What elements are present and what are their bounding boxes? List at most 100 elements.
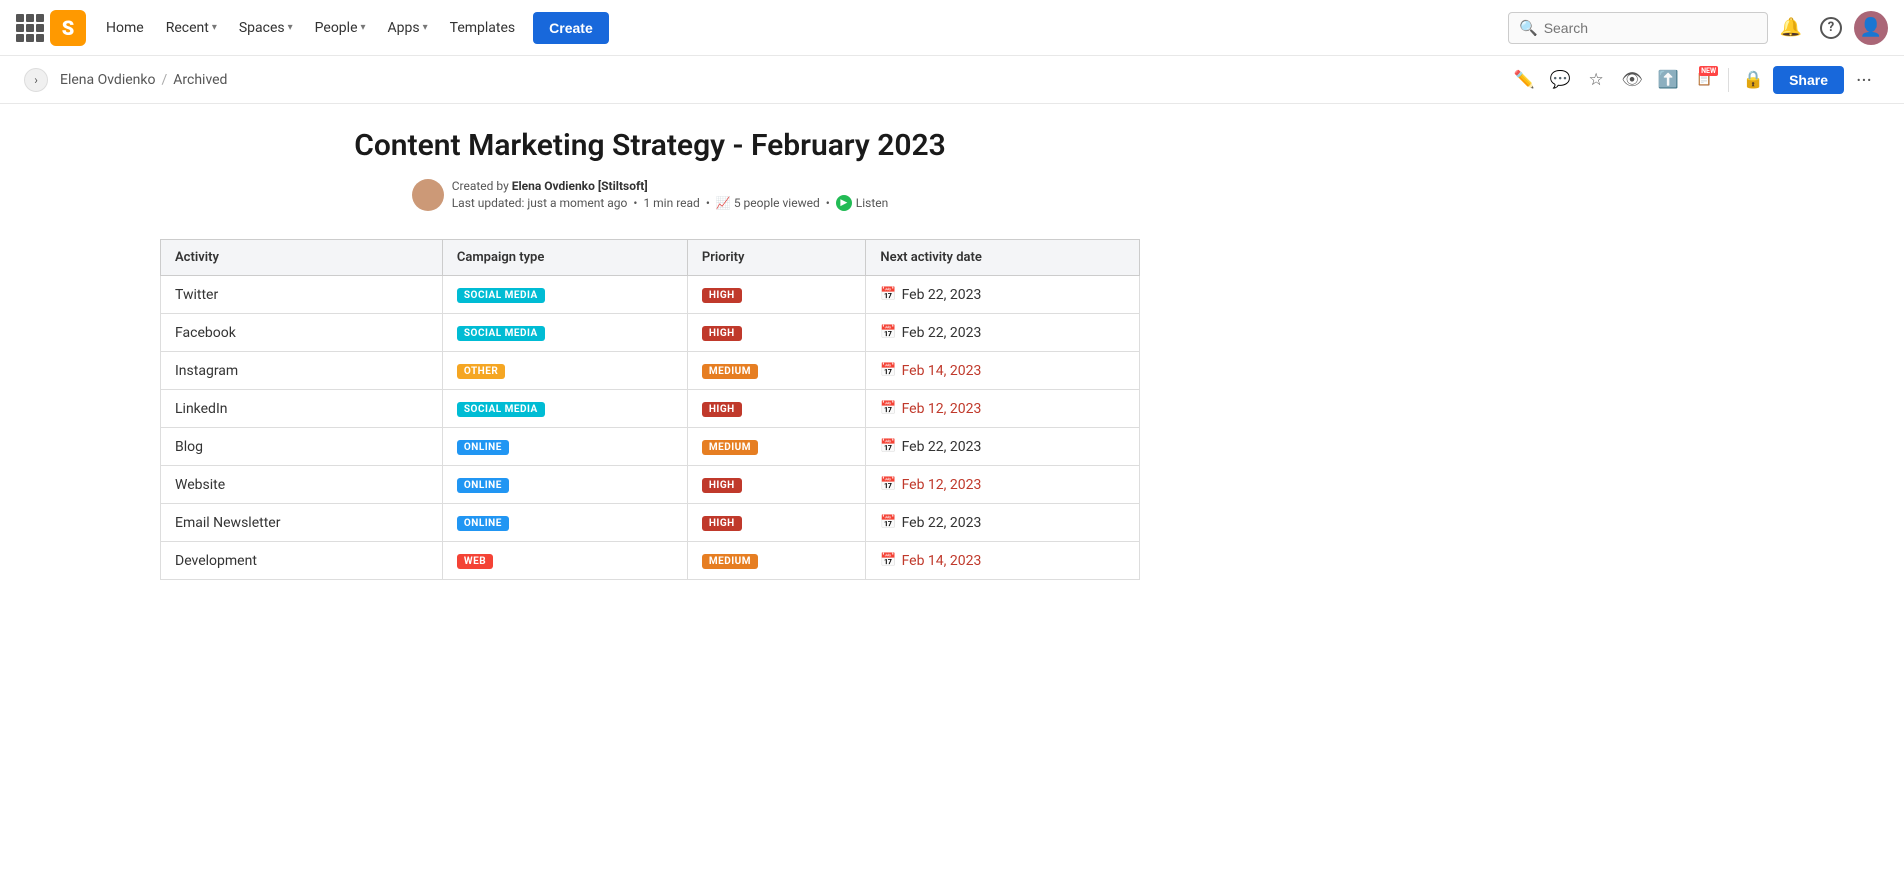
- cell-campaign-type: ONLINE: [442, 466, 687, 504]
- campaign-type-badge: SOCIAL MEDIA: [457, 326, 545, 341]
- col-campaign-type: Campaign type: [442, 240, 687, 276]
- col-activity: Activity: [161, 240, 443, 276]
- cell-next-activity-date: 📅 Feb 22, 2023: [866, 276, 1140, 314]
- table-row: LinkedInSOCIAL MEDIAHIGH📅Feb 12, 2023: [161, 390, 1140, 428]
- listen-button[interactable]: ▶ Listen: [836, 195, 889, 211]
- campaign-type-badge: ONLINE: [457, 478, 509, 493]
- calendar-icon: 📅: [880, 325, 896, 340]
- chevron-down-icon: ▾: [212, 22, 217, 33]
- cell-campaign-type: SOCIAL MEDIA: [442, 276, 687, 314]
- campaign-type-badge: OTHER: [457, 364, 505, 379]
- nav-recent[interactable]: Recent ▾: [158, 14, 225, 42]
- table-row: Blog ONLINE MEDIUM 📅Feb 22, 2023: [161, 428, 1140, 466]
- date-value: Feb 22, 2023: [902, 515, 982, 531]
- top-navigation: S Home Recent ▾ Spaces ▾ People ▾ Apps ▾…: [0, 0, 1904, 56]
- help-button[interactable]: ?: [1814, 11, 1848, 45]
- search-box[interactable]: 🔍: [1508, 12, 1768, 44]
- share-button[interactable]: Share: [1773, 66, 1844, 94]
- priority-badge: HIGH: [702, 478, 742, 493]
- cell-campaign-type: SOCIAL MEDIA: [442, 314, 687, 352]
- table-row: Instagram OTHER MEDIUM 📅Feb 14, 2023: [161, 352, 1140, 390]
- priority-badge: MEDIUM: [702, 554, 758, 569]
- sidebar-toggle-button[interactable]: ›: [24, 68, 48, 92]
- cell-activity: Blog: [161, 428, 443, 466]
- search-icon: 🔍: [1519, 19, 1538, 37]
- calendar-icon: 📅: [880, 401, 896, 416]
- cell-priority: MEDIUM: [687, 542, 866, 580]
- page-meta: Created by Elena Ovdienko [Stiltsoft] La…: [40, 179, 1260, 211]
- priority-badge: MEDIUM: [702, 440, 758, 455]
- star-button[interactable]: ☆: [1580, 64, 1612, 96]
- breadcrumb: Elena Ovdienko / Archived: [60, 72, 1508, 88]
- cell-priority: HIGH: [687, 390, 866, 428]
- calendar-icon: 📅: [880, 287, 896, 302]
- date-value: Feb 12, 2023: [902, 477, 982, 493]
- comment-button[interactable]: 💬: [1544, 64, 1576, 96]
- calendar-icon: 📅: [880, 477, 896, 492]
- edit-button[interactable]: ✏️: [1508, 64, 1540, 96]
- cell-campaign-type: ONLINE: [442, 504, 687, 542]
- cell-activity: Website: [161, 466, 443, 504]
- breadcrumb-parent[interactable]: Elena Ovdienko: [60, 72, 155, 88]
- help-icon: ?: [1820, 17, 1842, 39]
- nav-apps[interactable]: Apps ▾: [380, 14, 436, 42]
- cell-priority: MEDIUM: [687, 352, 866, 390]
- cell-next-activity-date: 📅Feb 14, 2023: [866, 352, 1140, 390]
- nav-people[interactable]: People ▾: [307, 14, 374, 42]
- campaign-type-badge: ONLINE: [457, 440, 509, 455]
- cell-next-activity-date: 📅Feb 22, 2023: [866, 428, 1140, 466]
- cell-activity: Email Newsletter: [161, 504, 443, 542]
- calendar-icon: 📅: [880, 553, 896, 568]
- notifications-button[interactable]: 🔔: [1774, 11, 1808, 45]
- cell-next-activity-date: 📅 Feb 22, 2023: [866, 314, 1140, 352]
- cell-campaign-type: OTHER: [442, 352, 687, 390]
- new-badge-icon[interactable]: 📋 NEW: [1688, 64, 1720, 96]
- campaign-type-badge: WEB: [457, 554, 493, 569]
- calendar-icon: 📅: [880, 439, 896, 454]
- nav-templates[interactable]: Templates: [442, 14, 524, 42]
- cell-activity: Instagram: [161, 352, 443, 390]
- cell-next-activity-date: 📅 Feb 12, 2023: [866, 466, 1140, 504]
- cell-activity: Facebook: [161, 314, 443, 352]
- cell-campaign-type: ONLINE: [442, 428, 687, 466]
- cell-priority: MEDIUM: [687, 428, 866, 466]
- page-toolbar: › Elena Ovdienko / Archived ✏️ 💬 ☆ 👁 ⬆️ …: [0, 56, 1904, 104]
- nav-spaces[interactable]: Spaces ▾: [231, 14, 301, 42]
- author-avatar: [412, 179, 444, 211]
- listen-icon: ▶: [836, 195, 852, 211]
- logo[interactable]: S: [50, 10, 86, 46]
- date-value: Feb 22, 2023: [902, 287, 982, 303]
- access-button[interactable]: 🔒: [1737, 64, 1769, 96]
- priority-badge: HIGH: [702, 516, 742, 531]
- chevron-down-icon: ▾: [423, 22, 428, 33]
- cell-activity: Development: [161, 542, 443, 580]
- bell-icon: 🔔: [1780, 17, 1802, 38]
- col-next-activity-date: Next activity date: [866, 240, 1140, 276]
- export-button[interactable]: ⬆️: [1652, 64, 1684, 96]
- apps-grid-icon[interactable]: [16, 14, 44, 42]
- watch-button[interactable]: 👁: [1616, 64, 1648, 96]
- chevron-down-icon: ▾: [361, 22, 366, 33]
- table-row: TwitterSOCIAL MEDIA HIGH 📅 Feb 22, 2023: [161, 276, 1140, 314]
- user-avatar[interactable]: 👤: [1854, 11, 1888, 45]
- content-table: Activity Campaign type Priority Next act…: [160, 239, 1140, 580]
- nav-home[interactable]: Home: [98, 14, 152, 42]
- page-actions: ✏️ 💬 ☆ 👁 ⬆️ 📋 NEW 🔒 Share ···: [1508, 64, 1880, 96]
- date-value: Feb 12, 2023: [902, 401, 982, 417]
- cell-campaign-type: SOCIAL MEDIA: [442, 390, 687, 428]
- col-priority: Priority: [687, 240, 866, 276]
- table-row: FacebookSOCIAL MEDIAHIGH📅Feb 22, 2023: [161, 314, 1140, 352]
- priority-badge: HIGH: [702, 288, 742, 303]
- date-value: Feb 22, 2023: [902, 325, 982, 341]
- priority-badge: MEDIUM: [702, 364, 758, 379]
- create-button[interactable]: Create: [533, 12, 609, 44]
- action-divider: [1728, 68, 1729, 92]
- table-row: Website ONLINE HIGH 📅 Feb 12, 2023: [161, 466, 1140, 504]
- meta-details: Last updated: just a moment ago • 1 min …: [452, 195, 889, 211]
- cell-priority: HIGH: [687, 504, 866, 542]
- campaign-type-badge: ONLINE: [457, 516, 509, 531]
- campaign-type-badge: SOCIAL MEDIA: [457, 402, 545, 417]
- cell-activity: Twitter: [161, 276, 443, 314]
- search-input[interactable]: [1544, 20, 1757, 36]
- more-options-button[interactable]: ···: [1848, 64, 1880, 96]
